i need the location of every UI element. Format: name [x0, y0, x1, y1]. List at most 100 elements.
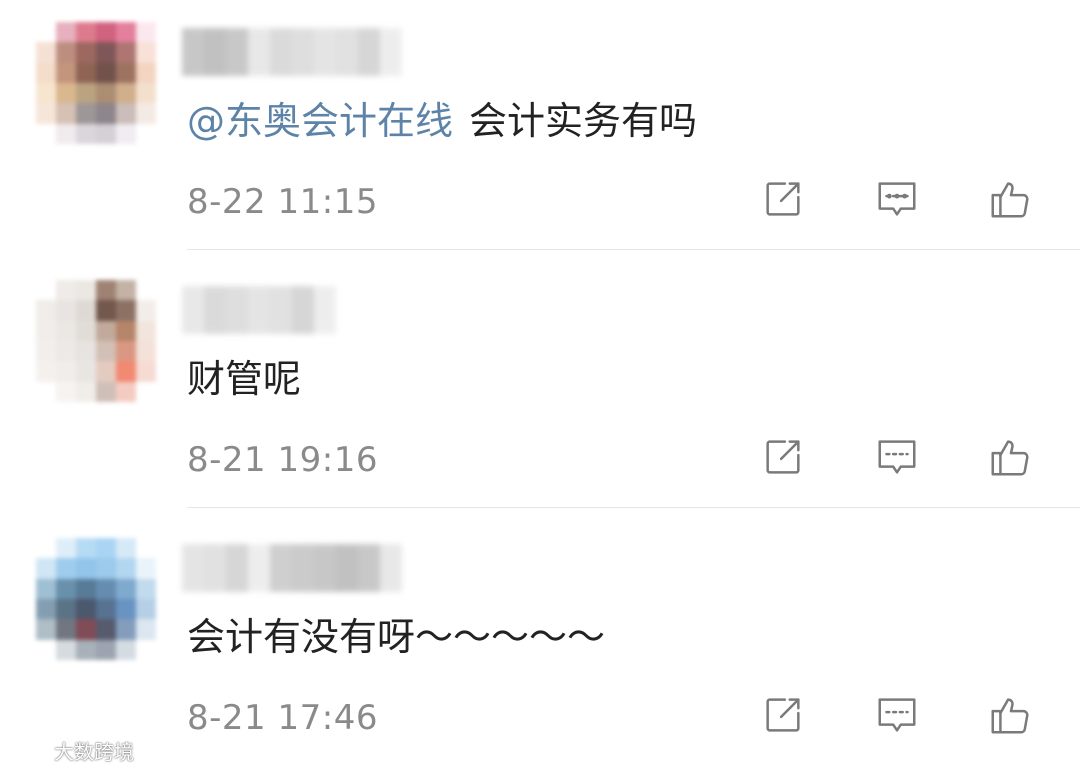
comment-item: 财管呢 8-21 19:16 — [0, 258, 1080, 516]
avatar-pixel — [56, 538, 76, 559]
avatar-pixel — [76, 320, 96, 341]
comment-content: 财管呢 — [187, 355, 301, 403]
avatar-pixel — [136, 280, 156, 301]
avatar-pixel — [116, 341, 136, 362]
reply-button[interactable] — [872, 432, 922, 482]
username-blurred[interactable] — [182, 286, 336, 336]
username-pixel — [226, 28, 248, 76]
avatar-pixel — [116, 320, 136, 341]
like-button[interactable] — [985, 432, 1035, 482]
avatar-pixel — [76, 123, 96, 144]
avatar-pixel — [36, 341, 56, 362]
avatar-pixel — [96, 300, 116, 321]
avatar-pixel — [36, 639, 56, 660]
avatar-pixel — [96, 619, 116, 640]
watermark-text: 大数跨境 — [54, 739, 134, 764]
username-pixel — [204, 28, 226, 76]
avatar-pixel — [136, 62, 156, 83]
reply-button[interactable] — [872, 174, 922, 224]
avatar-pixel — [76, 103, 96, 124]
avatar-pixel — [76, 341, 96, 362]
avatar-pixel — [76, 280, 96, 301]
avatar-pixel — [56, 83, 76, 104]
username-pixel — [182, 544, 204, 592]
avatar-pixel — [76, 42, 96, 63]
avatar-pixel — [36, 320, 56, 341]
avatar-pixel — [36, 361, 56, 382]
share-icon — [766, 182, 800, 216]
avatar-pixel — [96, 639, 116, 660]
avatar-pixel — [116, 123, 136, 144]
comment-icon — [878, 182, 916, 216]
username-pixel — [314, 286, 336, 334]
avatar-pixel — [96, 123, 116, 144]
avatar-pixel — [76, 300, 96, 321]
divider — [187, 249, 1080, 250]
avatar-pixel — [96, 578, 116, 599]
username-pixel — [204, 286, 226, 334]
avatar-pixel — [136, 599, 156, 620]
username-pixel — [292, 28, 314, 76]
avatar-pixel — [116, 599, 136, 620]
avatar-pixel — [56, 381, 76, 402]
avatar-pixel — [136, 83, 156, 104]
username-pixel — [248, 28, 270, 76]
avatar-pixel — [56, 639, 76, 660]
username-pixel — [380, 544, 402, 592]
username-blurred[interactable] — [182, 544, 402, 594]
avatar-pixel — [76, 538, 96, 559]
avatar-pixel — [56, 320, 76, 341]
avatar-pixel — [136, 320, 156, 341]
avatar-pixel — [96, 103, 116, 124]
username-pixel — [292, 286, 314, 334]
username-pixel — [204, 544, 226, 592]
avatar-pixel — [96, 320, 116, 341]
avatar-pixel — [116, 381, 136, 402]
avatar-pixel — [136, 300, 156, 321]
like-button[interactable] — [985, 174, 1035, 224]
comment-item: @东奥会计在线 会计实务有吗 8-22 11:15 — [0, 0, 1080, 258]
avatar-pixel — [96, 280, 116, 301]
comment-actions — [0, 432, 1080, 488]
username-blurred[interactable] — [182, 28, 402, 78]
comment-content: @东奥会计在线 会计实务有吗 — [187, 97, 697, 145]
mention-link[interactable]: @东奥会计在线 — [187, 99, 453, 143]
watermark: 大数跨境 — [8, 736, 134, 764]
like-button[interactable] — [985, 690, 1035, 740]
comment-list: @东奥会计在线 会计实务有吗 8-22 11:15 财管呢 8-21 19:16… — [0, 0, 1080, 770]
avatar-pixel — [116, 83, 136, 104]
avatar[interactable] — [36, 280, 156, 402]
avatar[interactable] — [36, 22, 156, 144]
avatar-pixel — [76, 361, 96, 382]
reply-button[interactable] — [872, 690, 922, 740]
username-pixel — [336, 28, 358, 76]
comment-content: 会计有没有呀～～～～～ — [187, 613, 605, 661]
avatar-pixel — [136, 639, 156, 660]
avatar-pixel — [136, 558, 156, 579]
avatar-pixel — [36, 123, 56, 144]
username-pixel — [248, 286, 270, 334]
avatar-pixel — [76, 639, 96, 660]
avatar-pixel — [56, 103, 76, 124]
thumbs-up-icon — [991, 698, 1029, 734]
avatar-pixel — [36, 83, 56, 104]
avatar-pixel — [96, 599, 116, 620]
username-pixel — [358, 544, 380, 592]
avatar-pixel — [56, 619, 76, 640]
avatar-pixel — [96, 381, 116, 402]
avatar[interactable] — [36, 538, 156, 660]
username-pixel — [226, 544, 248, 592]
username-pixel — [270, 28, 292, 76]
avatar-pixel — [36, 22, 56, 43]
repost-button[interactable] — [758, 690, 808, 740]
repost-button[interactable] — [758, 174, 808, 224]
comment-text: 会计实务有吗 — [469, 99, 698, 143]
avatar-pixel — [116, 280, 136, 301]
avatar-pixel — [136, 103, 156, 124]
repost-button[interactable] — [758, 432, 808, 482]
avatar-pixel — [116, 62, 136, 83]
username-pixel — [270, 286, 292, 334]
username-pixel — [292, 544, 314, 592]
username-pixel — [248, 544, 270, 592]
avatar-pixel — [116, 558, 136, 579]
